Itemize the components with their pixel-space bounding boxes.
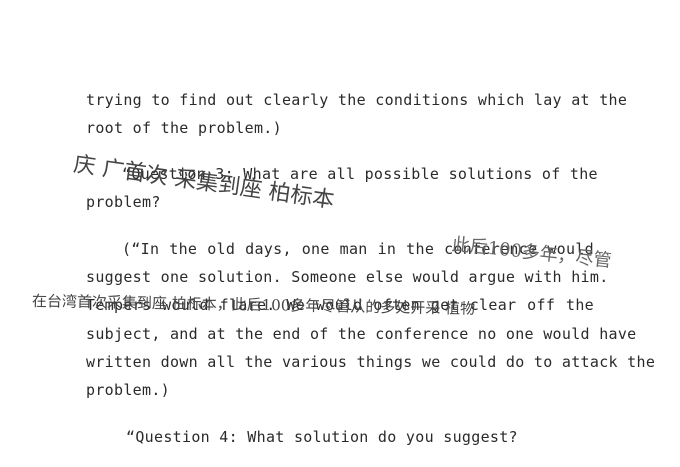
text-line: problem.)	[86, 381, 170, 399]
text-line: subject, and at the end of the conferenc…	[86, 325, 637, 343]
text-line: problem?	[86, 193, 161, 211]
text-line: suggest one solution. Someone else would…	[86, 268, 609, 286]
text-line: root of the problem.)	[86, 119, 282, 137]
text-line: “Question 4: What solution do you sugges…	[126, 428, 518, 446]
text-line: written down all the various things we c…	[86, 353, 656, 371]
document-page: trying to find out clearly the condition…	[86, 0, 656, 467]
text-line: trying to find out clearly the condition…	[86, 91, 628, 109]
